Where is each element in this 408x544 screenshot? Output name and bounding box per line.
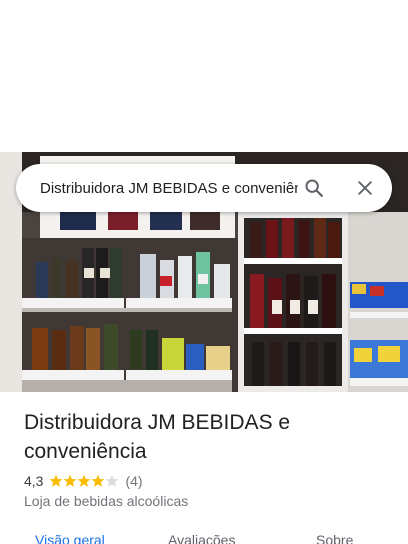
tab-about[interactable]: Sobre bbox=[316, 532, 353, 544]
place-title: Distribuidora JM BEBIDAS e conveniência bbox=[24, 411, 291, 463]
rating-value: 4,3 bbox=[24, 473, 44, 489]
search-bar bbox=[16, 164, 392, 212]
rating-row[interactable]: 4,3 (4) bbox=[24, 472, 143, 490]
review-count[interactable]: (4) bbox=[125, 473, 142, 489]
star-rating bbox=[49, 474, 119, 488]
search-icon bbox=[305, 179, 323, 197]
search-button[interactable] bbox=[302, 176, 326, 200]
close-button[interactable] bbox=[353, 176, 377, 200]
place-tabs: Visão geral Avaliações Sobre bbox=[0, 532, 408, 544]
close-icon bbox=[358, 181, 372, 195]
stars-icon bbox=[50, 474, 119, 487]
place-category[interactable]: Loja de bebidas alcoólicas bbox=[24, 493, 188, 509]
tab-reviews[interactable]: Avaliações bbox=[168, 532, 235, 544]
tab-overview[interactable]: Visão geral bbox=[35, 532, 105, 544]
search-input[interactable] bbox=[40, 176, 298, 200]
